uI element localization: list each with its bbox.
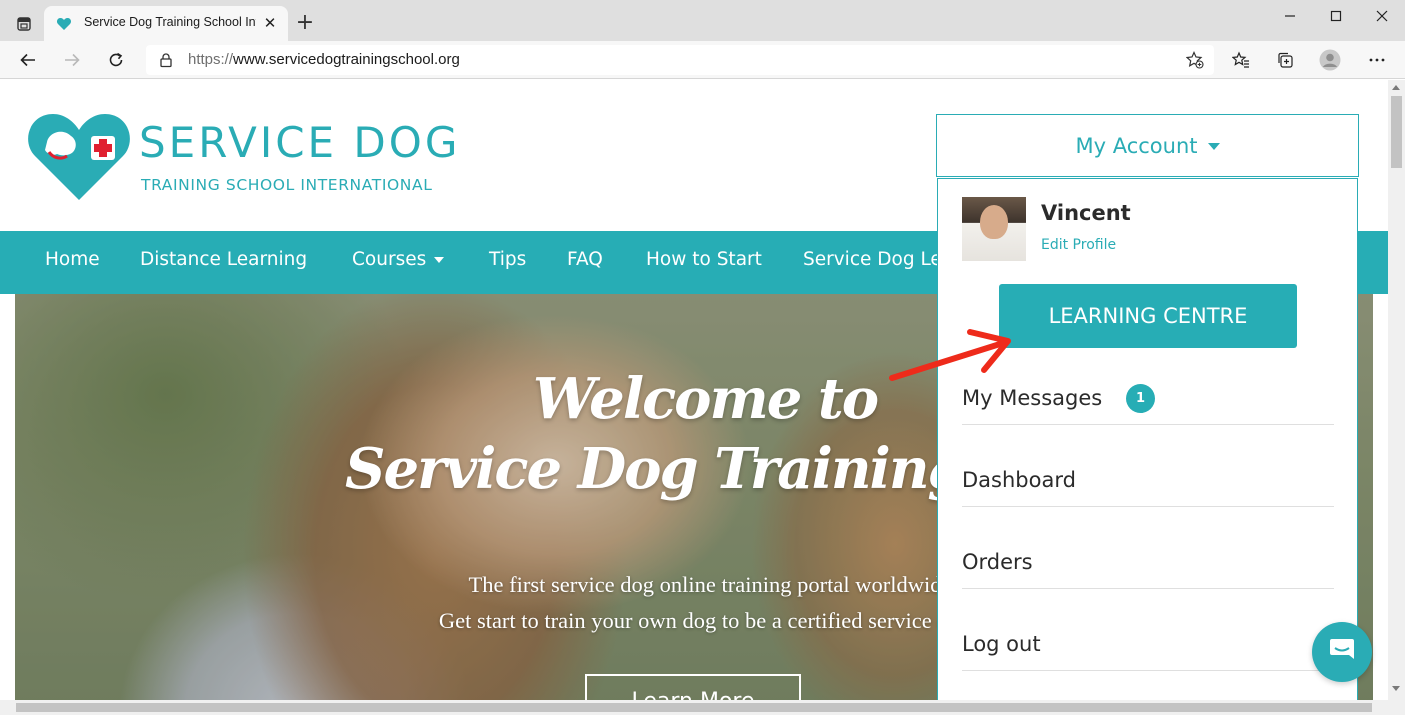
heart-dog-logo-icon xyxy=(27,112,131,202)
scroll-down-icon[interactable] xyxy=(1392,686,1400,691)
learn-more-button[interactable]: Learn More xyxy=(585,674,801,700)
logo-subtitle: TRAINING SCHOOL INTERNATIONAL xyxy=(141,176,433,194)
menu-item-label: Dashboard xyxy=(962,468,1076,492)
chat-button[interactable] xyxy=(1312,622,1372,682)
nav-courses-label: Courses xyxy=(352,249,427,270)
menu-item-orders[interactable]: Orders xyxy=(962,507,1334,589)
avatar[interactable] xyxy=(962,197,1026,261)
menu-item-label: Log out xyxy=(962,632,1041,656)
url-text: https://www.servicedogtrainingschool.org xyxy=(188,51,460,68)
avatar-face xyxy=(980,205,1008,239)
profile-icon[interactable] xyxy=(1314,45,1346,75)
tab-title: Service Dog Training School Inte xyxy=(84,15,256,29)
chevron-down-icon xyxy=(434,257,445,263)
address-bar: https://www.servicedogtrainingschool.org xyxy=(0,41,1405,79)
menu-item-label: Orders xyxy=(962,550,1033,574)
horizontal-scrollbar[interactable] xyxy=(0,700,1388,715)
learning-centre-button[interactable]: LEARNING CENTRE xyxy=(999,284,1297,348)
close-icon[interactable] xyxy=(1359,4,1405,28)
site-logo[interactable]: SERVICE DOG TRAINING SCHOOL INTERNATIONA… xyxy=(27,112,467,202)
account-dropdown-menu: Vincent Edit Profile LEARNING CENTRE My … xyxy=(937,178,1358,700)
favorites-icon[interactable] xyxy=(1225,45,1257,75)
favicon-heart-icon xyxy=(56,16,72,32)
lock-icon[interactable] xyxy=(158,52,174,68)
scrollbar-corner xyxy=(1388,700,1405,715)
scroll-thumb[interactable] xyxy=(1391,96,1402,168)
collections-icon[interactable] xyxy=(1269,45,1301,75)
web-page: SERVICE DOG TRAINING SCHOOL INTERNATIONA… xyxy=(0,80,1388,700)
nav-service-dog-learning[interactable]: Service Dog Le xyxy=(803,249,942,270)
menu-item-label: My Messages xyxy=(962,386,1103,410)
edit-profile-link[interactable]: Edit Profile xyxy=(1041,237,1116,253)
tab-close-icon[interactable]: ✕ xyxy=(262,15,278,31)
nav-courses[interactable]: Courses xyxy=(352,249,445,270)
my-account-label: My Account xyxy=(1075,133,1198,158)
forward-icon[interactable] xyxy=(56,44,88,76)
maximize-icon[interactable] xyxy=(1313,4,1359,28)
menu-item-log-out[interactable]: Log out xyxy=(962,589,1334,671)
my-account-button[interactable]: My Account xyxy=(936,114,1359,177)
tab-strip: Service Dog Training School Inte ✕ + xyxy=(0,0,1405,41)
logo-title: SERVICE DOG xyxy=(139,118,461,167)
menu-item-dashboard[interactable]: Dashboard xyxy=(962,425,1334,507)
vertical-scrollbar[interactable] xyxy=(1388,80,1405,700)
more-icon[interactable] xyxy=(1361,45,1393,75)
nav-home[interactable]: Home xyxy=(45,249,100,270)
nav-distance-learning[interactable]: Distance Learning xyxy=(140,249,307,270)
scroll-up-icon[interactable] xyxy=(1392,85,1400,90)
chat-bubble-icon xyxy=(1327,635,1357,669)
nav-how-to-start[interactable]: How to Start xyxy=(646,249,762,270)
refresh-icon[interactable] xyxy=(100,44,132,76)
tab-actions-icon[interactable] xyxy=(8,8,40,40)
messages-count-badge: 1 xyxy=(1126,384,1155,413)
nav-faq[interactable]: FAQ xyxy=(567,249,603,270)
add-favorite-icon[interactable] xyxy=(1185,51,1204,69)
minimize-icon[interactable] xyxy=(1267,4,1313,28)
chevron-down-icon xyxy=(1207,143,1220,150)
annotation-arrow-icon xyxy=(889,329,1011,381)
back-icon[interactable] xyxy=(12,44,44,76)
user-name: Vincent xyxy=(1041,201,1131,225)
url-input[interactable]: https://www.servicedogtrainingschool.org xyxy=(146,45,1214,75)
browser-tab[interactable]: Service Dog Training School Inte ✕ xyxy=(44,6,288,41)
new-tab-button[interactable]: + xyxy=(292,10,318,36)
scroll-thumb[interactable] xyxy=(16,703,1372,712)
nav-tips[interactable]: Tips xyxy=(489,249,526,270)
